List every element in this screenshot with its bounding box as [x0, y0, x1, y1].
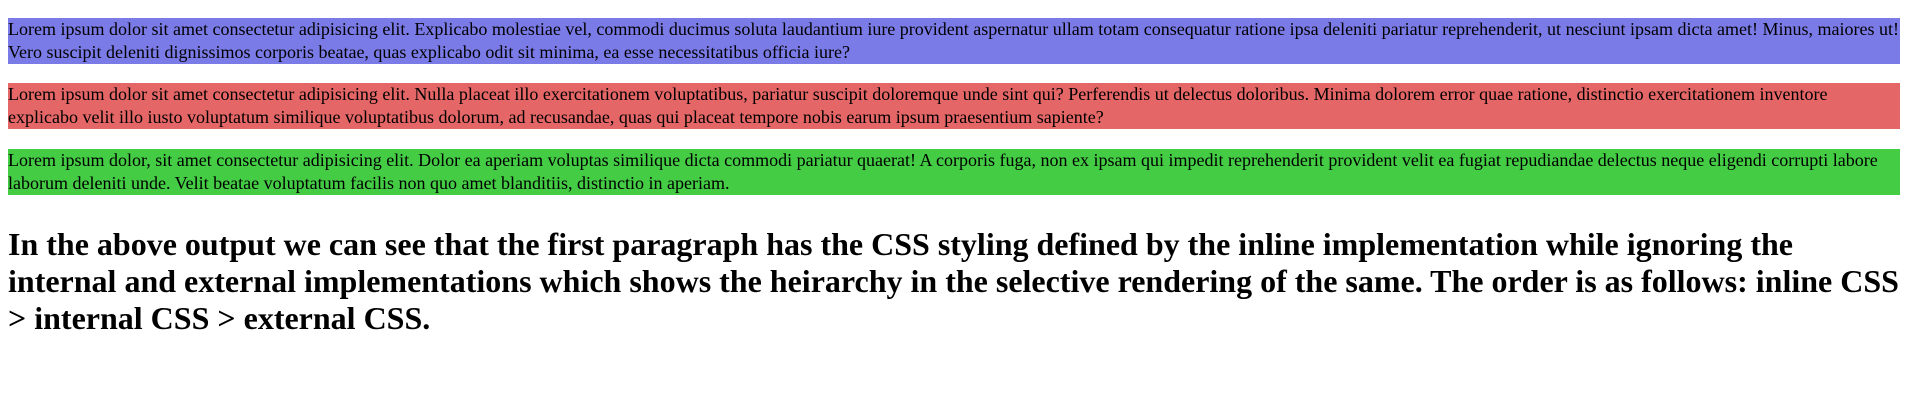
explanation-heading: In the above output we can see that the … — [8, 226, 1899, 336]
paragraph-inline-css: Lorem ipsum dolor sit amet consectetur a… — [8, 18, 1900, 64]
paragraph-internal-css: Lorem ipsum dolor sit amet consectetur a… — [8, 83, 1900, 129]
paragraph-external-css: Lorem ipsum dolor, sit amet consectetur … — [8, 149, 1900, 195]
